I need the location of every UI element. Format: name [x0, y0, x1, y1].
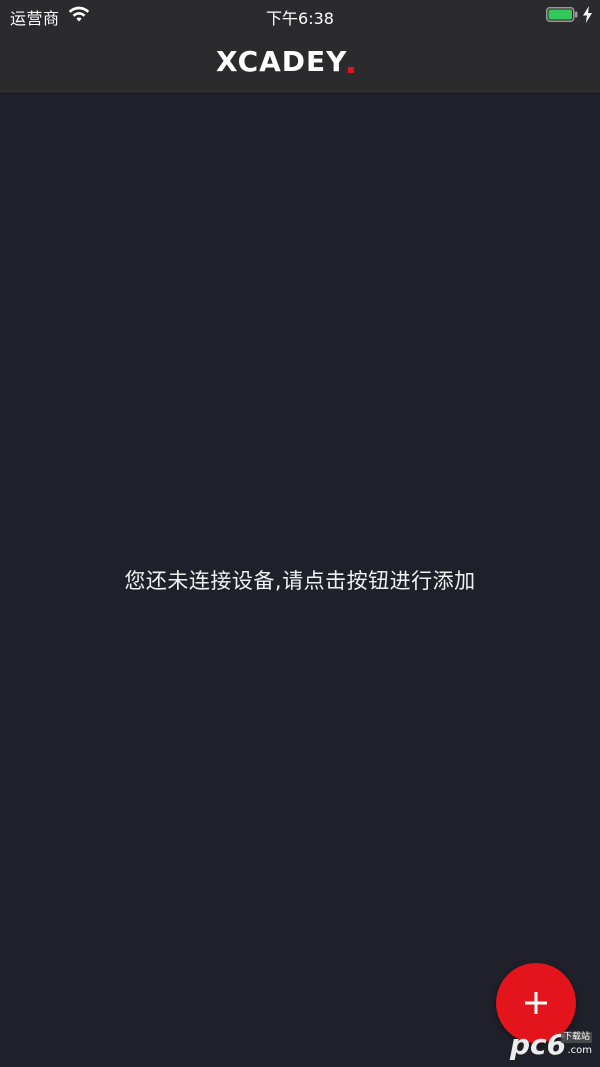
- battery-full-icon: [546, 7, 578, 22]
- watermark-brand: pc6: [510, 1028, 567, 1061]
- app-screen: 运营商 下午6:38 XCADEY 您还未连接设备,请点击按钮进行添加 pc6 …: [0, 0, 600, 1067]
- status-time: 下午6:38: [266, 9, 334, 28]
- app-header: XCADEY: [0, 30, 600, 94]
- watermark-domain: .com: [567, 1045, 592, 1056]
- xcadey-logo: XCADEY: [216, 45, 355, 78]
- charging-bolt-icon: [583, 6, 592, 23]
- watermark-tag: 下载站: [560, 1032, 592, 1043]
- empty-state-message: 您还未连接设备,请点击按钮进行添加: [124, 569, 476, 593]
- logo-text: XCADEY: [216, 45, 348, 78]
- logo-accent-dot: [348, 67, 355, 73]
- pc6-watermark: pc6 下载站 .com: [510, 1026, 596, 1060]
- plus-icon: [525, 992, 547, 1014]
- status-bar: 运营商 下午6:38: [0, 0, 600, 30]
